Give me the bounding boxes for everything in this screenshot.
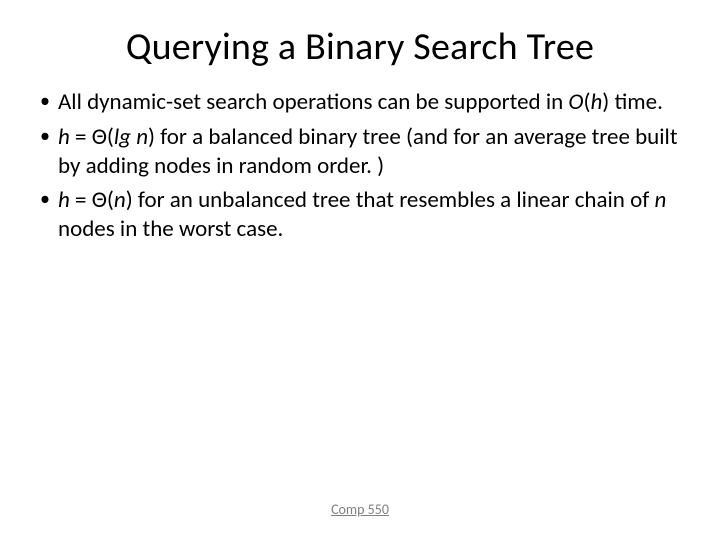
footer-label: Comp 550: [0, 501, 720, 518]
b2-lgn: lg n: [114, 123, 148, 151]
b3-text-post2: nodes in the worst case.: [58, 215, 283, 243]
slide: Querying a Binary Search Tree All dynami…: [0, 0, 720, 540]
b3-h: h: [58, 186, 70, 214]
b3-eq: =: [70, 186, 92, 214]
b2-close: ): [148, 123, 155, 151]
bullet-list: All dynamic-set search operations can be…: [36, 88, 684, 244]
b2-h: h: [58, 123, 70, 151]
bullet-1: All dynamic-set search operations can be…: [36, 88, 684, 117]
slide-title: Querying a Binary Search Tree: [30, 24, 690, 70]
b1-O: O: [568, 88, 583, 116]
bullet-3: h = Θ(n) for an unbalanced tree that res…: [36, 186, 684, 244]
b1-h: h: [590, 88, 602, 116]
b3-close: ): [126, 186, 133, 214]
b3-n2: n: [654, 186, 666, 214]
b2-eq: =: [70, 123, 92, 151]
b1-text-pre: All dynamic-set search operations can be…: [58, 88, 568, 116]
b3-theta: Θ(: [92, 186, 114, 214]
b1-text-post: time.: [609, 88, 663, 116]
bullet-2: h = Θ(lg n) for a balanced binary tree (…: [36, 123, 684, 181]
b3-text-post1: for an unbalanced tree that resembles a …: [133, 186, 655, 214]
b2-theta: Θ(: [92, 123, 114, 151]
b3-n: n: [114, 186, 126, 214]
